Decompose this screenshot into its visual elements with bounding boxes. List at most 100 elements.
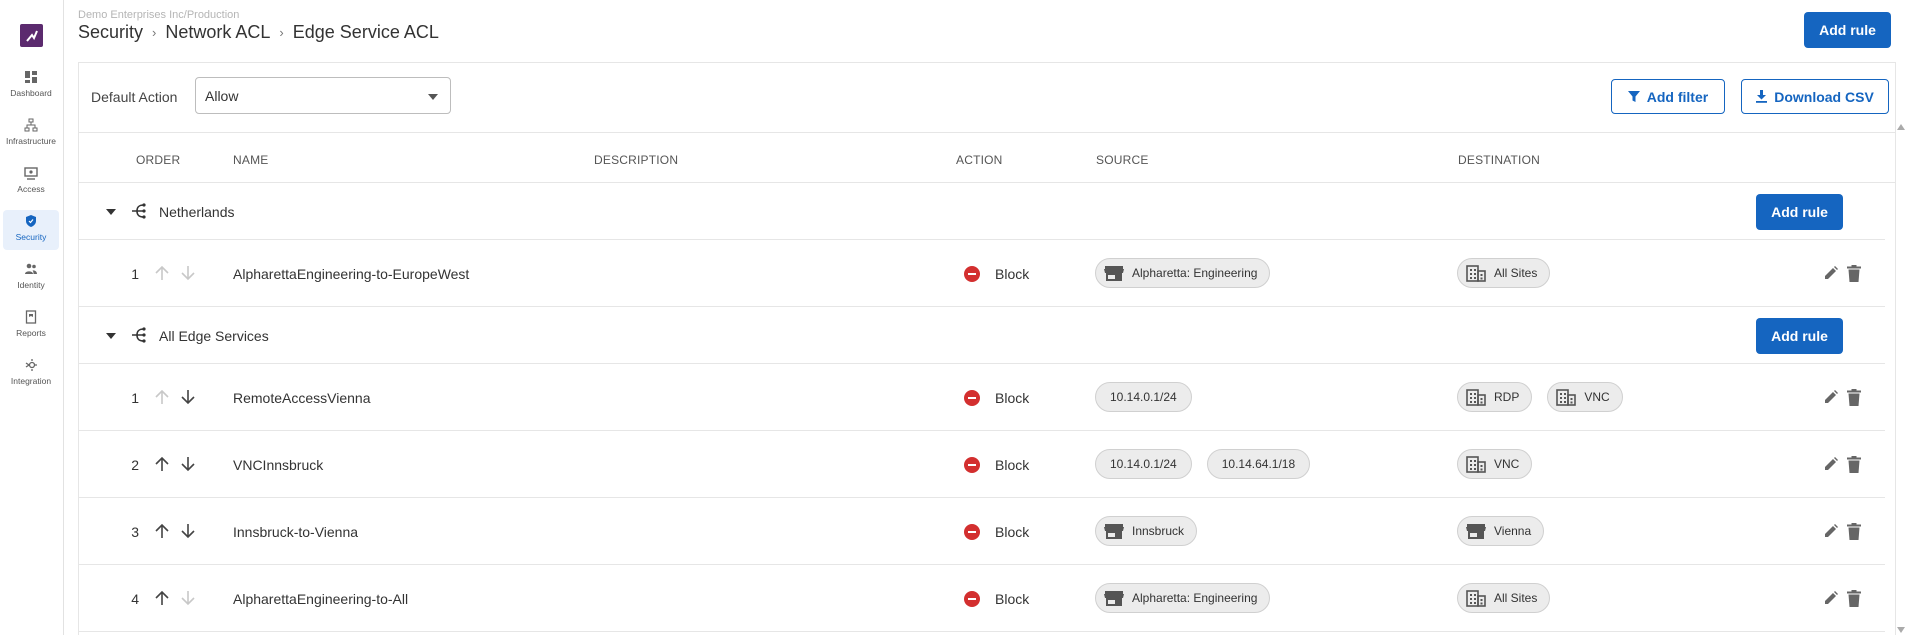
sidebar-item-dashboard[interactable]: Dashboard — [3, 66, 59, 106]
rule-name[interactable]: RemoteAccessVienna — [233, 390, 370, 406]
sidebar-item-infrastructure[interactable]: Infrastructure — [3, 114, 59, 154]
destination-chips: RDP VNC — [1457, 382, 1623, 412]
rule-order: 3 — [131, 524, 139, 540]
destination-chip[interactable]: VNC — [1457, 449, 1533, 479]
edit-icon[interactable] — [1824, 591, 1838, 605]
scroll-up-arrow[interactable] — [1897, 124, 1905, 130]
group-row[interactable]: All Edge Services Add rule — [79, 307, 1885, 364]
caret-down-icon[interactable] — [106, 333, 116, 339]
arrow-up-icon[interactable] — [155, 456, 169, 472]
sidebar-item-label: Reports — [16, 328, 46, 338]
source-chip[interactable]: 10.14.0.1/24 — [1095, 382, 1192, 412]
source-chips: Alpharetta: Engineering — [1095, 583, 1271, 613]
trash-icon[interactable] — [1847, 590, 1861, 607]
source-chip[interactable]: Alpharetta: Engineering — [1095, 583, 1271, 613]
logo[interactable] — [20, 24, 43, 47]
dashboard-icon — [25, 71, 37, 83]
source-chips: 10.14.0.1/24 10.14.64.1/18 — [1095, 449, 1311, 479]
chip-label: VNC — [1494, 457, 1520, 471]
add-rule-button[interactable]: Add rule — [1804, 12, 1891, 48]
arrow-down-icon[interactable] — [181, 389, 195, 405]
scroll-down-arrow[interactable] — [1897, 627, 1905, 633]
chevron-right-icon: › — [152, 25, 157, 40]
rule-order: 1 — [131, 266, 139, 282]
group-row[interactable]: Netherlands Add rule — [79, 183, 1885, 240]
building-icon — [1466, 264, 1486, 282]
fork-icon — [132, 203, 146, 219]
arrow-down-icon[interactable] — [181, 456, 195, 472]
sidebar-item-identity[interactable]: Identity — [3, 258, 59, 298]
sidebar: Dashboard Infrastructure Access Security… — [0, 0, 64, 635]
arrow-up-icon[interactable] — [155, 265, 169, 281]
sidebar-item-integration[interactable]: Integration — [3, 354, 59, 394]
column-source[interactable]: SOURCE — [1096, 153, 1149, 167]
column-action[interactable]: ACTION — [956, 153, 1003, 167]
column-destination[interactable]: DESTINATION — [1458, 153, 1540, 167]
acl-panel: Default Action Allow Add filter Download… — [78, 62, 1896, 635]
destination-chip[interactable]: RDP — [1457, 382, 1533, 412]
rule-action: Block — [995, 390, 1030, 406]
store-icon — [1466, 523, 1486, 539]
trash-icon[interactable] — [1847, 389, 1861, 406]
destination-chip[interactable]: VNC — [1547, 382, 1623, 412]
rule-action: Block — [995, 524, 1030, 540]
sidebar-item-label: Integration — [10, 376, 52, 386]
rule-name[interactable]: AlpharettaEngineering-to-EuropeWest — [233, 266, 469, 282]
arrow-down-icon[interactable] — [181, 265, 195, 281]
add-filter-label: Add filter — [1646, 88, 1709, 105]
edit-icon[interactable] — [1824, 524, 1838, 538]
rule-name[interactable]: VNCInnsbruck — [233, 457, 323, 473]
breadcrumb-network-acl[interactable]: Network ACL — [165, 22, 270, 43]
column-name[interactable]: NAME — [233, 153, 268, 167]
arrow-down-icon[interactable] — [181, 590, 195, 606]
download-icon — [1756, 90, 1768, 103]
chevron-right-icon: › — [279, 25, 284, 40]
trash-icon[interactable] — [1847, 523, 1861, 540]
source-chip[interactable]: Alpharetta: Engineering — [1095, 258, 1271, 288]
filter-icon — [1627, 91, 1640, 102]
breadcrumb-security[interactable]: Security — [78, 22, 143, 43]
arrow-up-icon[interactable] — [155, 590, 169, 606]
table-row: 1 AlpharettaEngineering-to-EuropeWest Bl… — [79, 240, 1885, 307]
block-icon — [964, 266, 980, 282]
building-icon — [1466, 455, 1486, 473]
trash-icon[interactable] — [1847, 265, 1861, 282]
source-chip[interactable]: 10.14.0.1/24 — [1095, 449, 1192, 479]
caret-down-icon[interactable] — [106, 209, 116, 215]
add-filter-button[interactable]: Add filter — [1611, 79, 1725, 114]
group-add-rule-button[interactable]: Add rule — [1756, 318, 1843, 354]
source-chip[interactable]: Innsbruck — [1095, 516, 1198, 546]
infrastructure-icon — [24, 118, 38, 132]
arrow-up-icon[interactable] — [155, 523, 169, 539]
edit-icon[interactable] — [1824, 457, 1838, 471]
download-csv-button[interactable]: Download CSV — [1741, 79, 1889, 114]
default-action-select[interactable]: Allow — [195, 77, 451, 114]
sidebar-item-access[interactable]: Access — [3, 162, 59, 202]
edit-icon[interactable] — [1824, 390, 1838, 404]
destination-chip[interactable]: All Sites — [1457, 583, 1551, 613]
sidebar-item-label: Dashboard — [10, 88, 52, 98]
source-chip[interactable]: 10.14.64.1/18 — [1206, 449, 1311, 479]
download-csv-label: Download CSV — [1774, 88, 1874, 105]
arrow-down-icon[interactable] — [181, 523, 195, 539]
sidebar-item-label: Access — [17, 184, 45, 194]
destination-chip[interactable]: Vienna — [1457, 516, 1545, 546]
column-description[interactable]: DESCRIPTION — [594, 153, 678, 167]
table-row: 4 AlpharettaEngineering-to-All Block Alp… — [79, 565, 1885, 632]
rule-name[interactable]: Innsbruck-to-Vienna — [233, 524, 358, 540]
arrow-up-icon[interactable] — [155, 389, 169, 405]
sidebar-item-reports[interactable]: Reports — [3, 306, 59, 346]
edit-icon[interactable] — [1824, 266, 1838, 280]
destination-chip[interactable]: All Sites — [1457, 258, 1551, 288]
rule-name[interactable]: AlpharettaEngineering-to-All — [233, 591, 408, 607]
group-add-rule-button[interactable]: Add rule — [1756, 194, 1843, 230]
rule-action: Block — [995, 591, 1030, 607]
trash-icon[interactable] — [1847, 456, 1861, 473]
integration-icon — [25, 359, 37, 371]
fork-icon — [132, 327, 146, 343]
default-action-value: Allow — [205, 88, 239, 104]
chip-label: All Sites — [1494, 591, 1538, 605]
column-order[interactable]: ORDER — [136, 153, 180, 167]
breadcrumb: Security › Network ACL › Edge Service AC… — [78, 22, 439, 43]
sidebar-item-security[interactable]: Security — [3, 210, 59, 250]
